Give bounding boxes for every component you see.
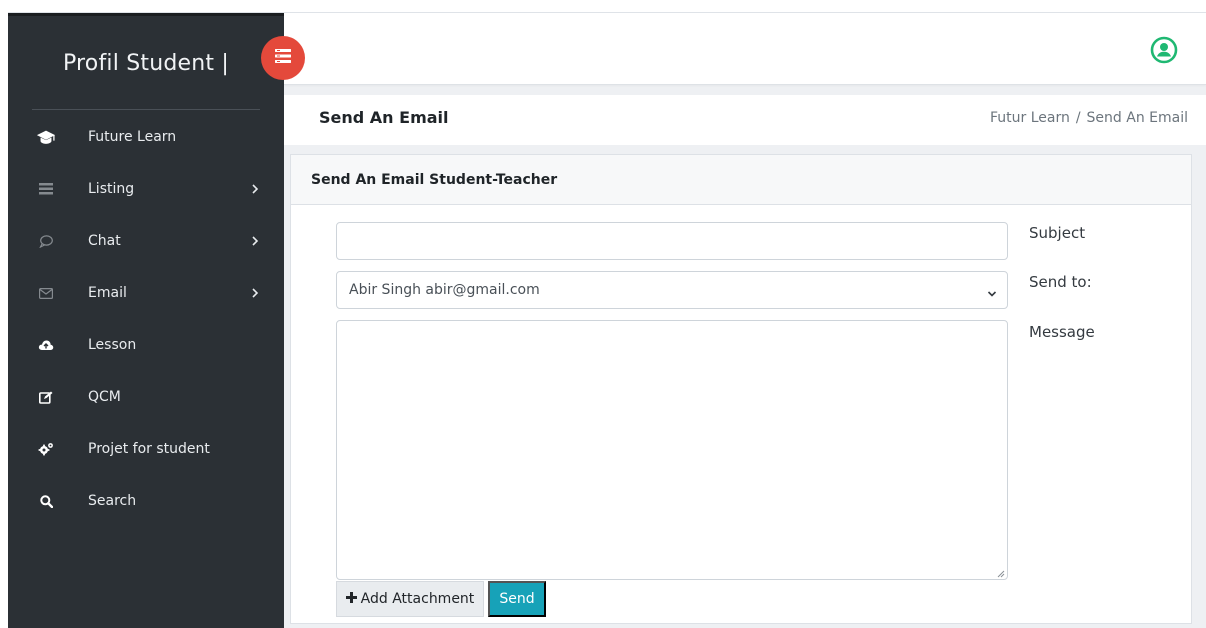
chevron-right-icon bbox=[251, 183, 261, 195]
sidebar-item-lesson[interactable]: Lesson bbox=[8, 319, 284, 371]
sidebar-item-search[interactable]: Search bbox=[8, 475, 284, 527]
user-avatar-icon[interactable] bbox=[1150, 36, 1178, 64]
search-icon bbox=[36, 491, 56, 511]
send-button[interactable]: Send bbox=[488, 581, 546, 617]
card-title: Send An Email Student-Teacher bbox=[311, 172, 558, 188]
sidebar-item-chat[interactable]: Chat bbox=[8, 215, 284, 267]
breadcrumb-current: Send An Email bbox=[1086, 110, 1188, 126]
sidebar-item-future-learn[interactable]: Future Learn bbox=[8, 111, 284, 163]
card-header: Send An Email Student-Teacher bbox=[291, 155, 1191, 205]
sidebar: Profil Student | Future Learn Listing Ch… bbox=[8, 13, 284, 628]
sidebar-item-label: Projet for student bbox=[88, 441, 210, 457]
sidebar-divider bbox=[32, 109, 260, 110]
gears-icon bbox=[36, 439, 56, 459]
top-bar bbox=[284, 13, 1206, 85]
menu-icon bbox=[275, 48, 291, 68]
edit-icon bbox=[36, 387, 56, 407]
graduation-cap-icon bbox=[36, 127, 56, 147]
sidebar-item-label: QCM bbox=[88, 389, 121, 405]
chevron-right-icon bbox=[251, 287, 261, 299]
envelope-icon bbox=[36, 283, 56, 303]
chevron-down-icon bbox=[987, 286, 997, 297]
sidebar-nav: Future Learn Listing Chat Email Lesson Q… bbox=[8, 111, 284, 527]
sidebar-item-label: Future Learn bbox=[88, 129, 177, 145]
message-textarea[interactable] bbox=[336, 320, 1008, 580]
chat-bubble-icon bbox=[36, 231, 56, 251]
add-attachment-button[interactable]: Add Attachment bbox=[336, 581, 484, 617]
send-to-selected-value: Abir Singh abir@gmail.com bbox=[349, 282, 540, 298]
sidebar-item-email[interactable]: Email bbox=[8, 267, 284, 319]
list-icon bbox=[36, 179, 56, 199]
sidebar-item-label: Email bbox=[88, 285, 127, 301]
sidebar-toggle-button[interactable] bbox=[261, 36, 305, 80]
chevron-right-icon bbox=[251, 235, 261, 247]
email-form-card: Send An Email Student-Teacher Subject Ab… bbox=[290, 154, 1192, 624]
sidebar-item-label: Lesson bbox=[88, 337, 137, 353]
page-title: Send An Email bbox=[319, 108, 449, 127]
sidebar-item-listing[interactable]: Listing bbox=[8, 163, 284, 215]
page-header: Send An Email Futur Learn / Send An Emai… bbox=[284, 95, 1206, 145]
breadcrumb-home-link[interactable]: Futur Learn bbox=[990, 110, 1070, 126]
sidebar-item-label: Chat bbox=[88, 233, 121, 249]
breadcrumb-separator: / bbox=[1075, 110, 1081, 126]
send-to-select[interactable]: Abir Singh abir@gmail.com bbox=[336, 271, 1008, 309]
subject-input[interactable] bbox=[336, 222, 1008, 260]
message-label: Message bbox=[1029, 323, 1095, 341]
sidebar-item-projet-for-student[interactable]: Projet for student bbox=[8, 423, 284, 475]
resize-grip-icon[interactable] bbox=[995, 565, 1005, 578]
sidebar-item-label: Search bbox=[88, 493, 137, 509]
sidebar-item-qcm[interactable]: QCM bbox=[8, 371, 284, 423]
send-to-label: Send to: bbox=[1029, 273, 1092, 291]
sidebar-item-label: Listing bbox=[88, 181, 135, 197]
cloud-upload-icon bbox=[36, 335, 56, 355]
add-attachment-label: Add Attachment bbox=[360, 591, 475, 607]
sidebar-brand: Profil Student | bbox=[62, 51, 230, 76]
subject-label: Subject bbox=[1029, 224, 1086, 242]
breadcrumb: Futur Learn / Send An Email bbox=[990, 110, 1188, 126]
plus-icon bbox=[345, 591, 357, 607]
